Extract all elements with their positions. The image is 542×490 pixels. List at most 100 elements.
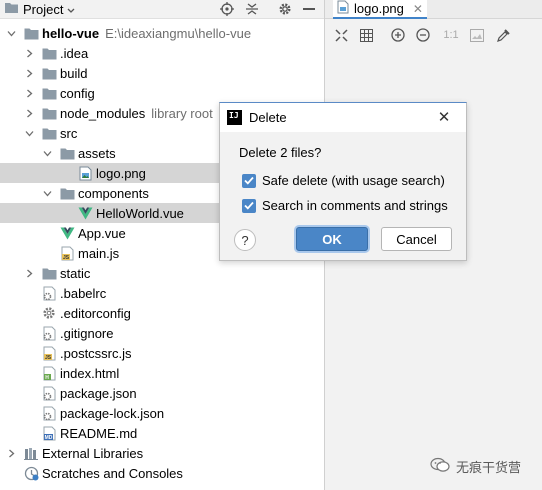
tree-arrow-spacer [59, 163, 71, 183]
tree-item-label: assets [78, 145, 116, 161]
safe-delete-checkbox[interactable] [242, 173, 256, 188]
tree-row[interactable]: Scratches and Consoles [0, 463, 325, 483]
tree-row[interactable]: static [0, 263, 325, 283]
background-icon[interactable] [468, 26, 486, 44]
tree-row[interactable]: .idea [0, 43, 325, 63]
tab-label: logo.png [354, 1, 404, 16]
tree-row[interactable]: hello-vue E:\ideaxiangmu\hello-vue [0, 23, 325, 43]
image-file-icon [337, 0, 349, 17]
tree-row[interactable]: JS .postcssrc.js [0, 343, 325, 363]
tree-arrow-spacer [5, 463, 17, 483]
intellij-app-icon: IJ [227, 110, 242, 125]
chevron-down-icon[interactable] [41, 143, 53, 163]
folder-icon [41, 65, 57, 81]
dialog-titlebar[interactable]: IJ Delete ✕ [220, 103, 466, 132]
svg-text:MD: MD [44, 435, 52, 441]
tree-row[interactable]: .editorconfig [0, 303, 325, 323]
tree-item-label: index.html [60, 365, 120, 381]
image-editor-toolbar: 1:1 [325, 25, 542, 47]
scratches-icon [23, 465, 39, 481]
tree-item-label: .postcssrc.js [60, 345, 132, 361]
markdown-file-icon: MD [41, 425, 57, 441]
gear-icon[interactable] [277, 1, 293, 17]
tree-row[interactable]: package-lock.json [0, 403, 325, 423]
chevron-right-icon[interactable] [23, 43, 35, 63]
hide-panel-icon[interactable] [301, 1, 317, 17]
chevron-down-icon[interactable] [5, 23, 17, 43]
chevron-right-icon[interactable] [23, 103, 35, 123]
folder-icon [41, 85, 57, 101]
tree-item-label: build [60, 65, 88, 81]
chevron-down-icon[interactable] [41, 183, 53, 203]
tree-arrow-spacer [23, 403, 35, 423]
locate-file-icon[interactable] [219, 1, 235, 17]
tree-item-label: package.json [60, 385, 137, 401]
project-view-selector[interactable]: Project [4, 1, 75, 17]
delete-dialog: IJ Delete ✕ Delete 2 files? Safe delete … [219, 102, 467, 261]
tree-row[interactable]: Hindex.html [0, 363, 325, 383]
tree-item-label: main.js [78, 245, 120, 261]
zoom-in-icon[interactable] [389, 26, 407, 44]
tree-arrow-spacer [23, 383, 35, 403]
chevron-right-icon[interactable] [23, 83, 35, 103]
chevron-right-icon[interactable] [23, 63, 35, 83]
tree-item-label: External Libraries [42, 445, 144, 461]
collapse-all-icon[interactable] [244, 1, 260, 17]
tree-row[interactable]: package.json [0, 383, 325, 403]
safe-delete-option[interactable]: Safe delete (with usage search) [242, 173, 445, 188]
fit-icon[interactable] [332, 26, 350, 44]
tree-item-label: .idea [60, 45, 89, 61]
ok-button[interactable]: OK [296, 227, 368, 251]
color-picker-icon[interactable] [494, 26, 512, 44]
chevron-right-icon[interactable] [23, 263, 35, 283]
help-button[interactable]: ? [234, 229, 256, 251]
search-comments-option[interactable]: Search in comments and strings [242, 198, 448, 213]
tree-item-hint: library root [151, 105, 213, 121]
tree-arrow-spacer [41, 243, 53, 263]
tree-item-label: components [78, 185, 149, 201]
config-file-icon [41, 285, 57, 301]
tree-arrow-spacer [23, 343, 35, 363]
search-comments-checkbox[interactable] [242, 198, 256, 213]
tree-row[interactable]: .gitignore [0, 323, 325, 343]
folder-icon [59, 145, 75, 161]
html-file-icon: H [41, 365, 57, 381]
tree-row[interactable]: External Libraries [0, 443, 325, 463]
watermark: 无痕干货营 [430, 455, 521, 477]
chevron-down-icon [67, 2, 75, 17]
tree-arrow-spacer [23, 303, 35, 323]
tree-item-label: node_modules [60, 105, 146, 121]
svg-text:H: H [45, 375, 49, 381]
tree-row[interactable]: .babelrc [0, 283, 325, 303]
config-file-icon [41, 325, 57, 341]
tree-row[interactable]: config [0, 83, 325, 103]
folder-icon [41, 45, 57, 61]
close-icon[interactable]: ✕ [436, 109, 452, 126]
folder-icon [41, 265, 57, 281]
tree-item-label: hello-vue [42, 25, 100, 41]
tree-row[interactable]: build [0, 63, 325, 83]
dialog-title: Delete [249, 110, 287, 125]
grid-icon[interactable] [357, 26, 375, 44]
folder-icon [59, 185, 75, 201]
chevron-right-icon[interactable] [5, 443, 17, 463]
svg-text:JS: JS [45, 355, 52, 361]
libraries-icon [23, 445, 39, 461]
tree-row[interactable]: MD README.md [0, 423, 325, 443]
tree-arrow-spacer [41, 223, 53, 243]
config-file-icon [41, 405, 57, 421]
tree-item-label: .babelrc [60, 285, 107, 301]
close-icon[interactable]: ✕ [413, 2, 423, 16]
cancel-button[interactable]: Cancel [381, 227, 452, 251]
safe-delete-label: Safe delete (with usage search) [262, 173, 445, 188]
project-panel-title: Project [23, 1, 64, 17]
tree-item-label: static [60, 265, 91, 281]
tab-logo-png[interactable]: logo.png ✕ [333, 0, 427, 19]
actual-size-button[interactable]: 1:1 [442, 26, 460, 44]
gear-icon [41, 305, 57, 321]
tree-arrow-spacer [23, 283, 35, 303]
tree-item-label: App.vue [78, 225, 126, 241]
watermark-text: 无痕干货营 [456, 459, 522, 475]
zoom-out-icon[interactable] [414, 26, 432, 44]
chevron-down-icon[interactable] [23, 123, 35, 143]
